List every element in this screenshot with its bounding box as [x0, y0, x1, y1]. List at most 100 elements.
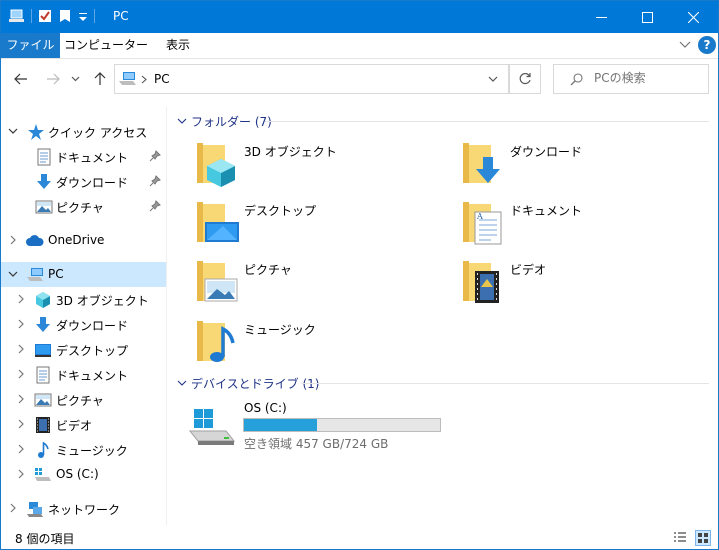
nav-quick-documents[interactable]: ドキュメント	[1, 144, 166, 169]
pc-app-icon[interactable]	[9, 8, 25, 24]
folder-music[interactable]: ミュージック	[193, 317, 453, 373]
pane-divider[interactable]	[166, 107, 167, 525]
folder-documents-icon: A	[463, 202, 502, 245]
close-button[interactable]	[670, 1, 716, 33]
tab-file[interactable]: ファイル	[1, 33, 60, 58]
drive-usage-fill	[244, 419, 317, 431]
drive-name: OS (C:)	[244, 401, 287, 415]
expand-ribbon-icon[interactable]	[679, 41, 691, 49]
forward-button[interactable]	[42, 67, 64, 91]
nav-onedrive[interactable]: OneDrive	[1, 228, 166, 253]
search-input[interactable]	[594, 71, 704, 85]
nav-pc-videos[interactable]: ビデオ	[1, 412, 166, 437]
recent-locations-button[interactable]	[68, 67, 82, 91]
chevron-down-icon	[71, 76, 79, 82]
explorer-window: PC ファイル コンピューター 表示 ? PC PCの検索 クイック アクセス …	[0, 0, 719, 550]
chevron-right-icon[interactable]	[16, 343, 26, 355]
star-icon	[28, 124, 44, 140]
nav-quick-downloads[interactable]: ダウンロード	[1, 169, 166, 194]
pin-icon[interactable]	[149, 200, 161, 212]
chevron-right-icon[interactable]	[16, 443, 26, 455]
ribbon-tabs: ファイル コンピューター 表示 ?	[1, 33, 718, 59]
chevron-down-icon[interactable]	[177, 117, 187, 125]
folder-desktop[interactable]: デスクトップ	[193, 198, 453, 254]
windows-drive-icon	[188, 409, 236, 445]
folder-label: ダウンロード	[510, 145, 583, 159]
drive-os-c[interactable]: OS (C:) 空き領域 457 GB/724 GB	[188, 399, 458, 455]
nav-label: デスクトップ	[56, 344, 129, 358]
chevron-right-icon[interactable]	[16, 418, 26, 430]
tab-view[interactable]: 表示	[156, 33, 200, 58]
nav-pc-3d-objects[interactable]: 3D オブジェクト	[1, 287, 166, 312]
chevron-right-icon[interactable]	[16, 318, 26, 330]
pin-icon[interactable]	[149, 175, 161, 187]
nav-quick-pictures[interactable]: ピクチャ	[1, 194, 166, 219]
chevron-right-icon[interactable]	[16, 293, 26, 305]
nav-pc-pictures[interactable]: ピクチャ	[1, 387, 166, 412]
details-view-icon[interactable]	[673, 531, 687, 545]
nav-pc-documents[interactable]: ドキュメント	[1, 362, 166, 387]
nav-pc-music[interactable]: ミュージック	[1, 437, 166, 462]
minimize-button[interactable]	[578, 1, 624, 33]
refresh-button[interactable]	[509, 64, 541, 94]
tab-computer[interactable]: コンピューター	[63, 33, 149, 58]
film-icon	[36, 417, 50, 433]
folder-label: ミュージック	[244, 323, 316, 337]
forward-arrow-icon	[47, 73, 60, 85]
cube-icon	[36, 292, 50, 308]
chevron-down-icon[interactable]	[177, 379, 187, 387]
nav-quick-access[interactable]: クイック アクセス	[1, 119, 166, 144]
new-folder-icon[interactable]	[58, 9, 72, 23]
picture-icon	[35, 200, 53, 214]
chevron-down-icon[interactable]	[8, 125, 18, 137]
nav-label: ドキュメント	[56, 151, 129, 165]
back-button[interactable]	[10, 67, 32, 91]
nav-network[interactable]: ネットワーク	[1, 496, 166, 521]
chevron-right-icon[interactable]	[8, 502, 18, 514]
nav-pc-downloads[interactable]: ダウンロード	[1, 312, 166, 337]
nav-pc[interactable]: PC	[1, 262, 166, 287]
quick-access-toolbar	[9, 8, 95, 24]
document-icon	[36, 366, 50, 384]
folder-label: ドキュメント	[510, 204, 583, 218]
folder-downloads[interactable]: ダウンロード	[459, 139, 718, 195]
title-bar: PC	[1, 1, 718, 33]
maximize-button[interactable]	[624, 1, 670, 33]
address-bar[interactable]: PC	[114, 64, 509, 94]
close-icon	[687, 11, 699, 23]
nav-pc-desktop[interactable]: デスクトップ	[1, 337, 166, 362]
properties-icon[interactable]	[38, 9, 52, 23]
address-dropdown-icon[interactable]	[488, 76, 498, 82]
nav-label: ネットワーク	[48, 503, 121, 517]
chevron-right-icon[interactable]	[8, 234, 18, 246]
help-button[interactable]: ?	[698, 36, 716, 54]
up-button[interactable]	[89, 67, 111, 91]
chevron-right-icon[interactable]	[16, 368, 26, 380]
customize-toolbar-icon[interactable]	[78, 9, 88, 23]
folder-videos[interactable]: ビデオ	[459, 257, 718, 313]
refresh-icon	[519, 72, 531, 85]
toolbar-separator	[31, 9, 32, 23]
folder-documents[interactable]: A ドキュメント	[459, 198, 718, 254]
chevron-down-icon[interactable]	[8, 268, 18, 280]
desktop-icon	[35, 344, 51, 357]
chevron-right-icon[interactable]	[16, 468, 26, 480]
drive-usage-bar	[243, 418, 441, 432]
chevron-right-icon[interactable]	[16, 393, 26, 405]
nav-label: ダウンロード	[56, 319, 129, 333]
folder-3d-objects[interactable]: 3D オブジェクト	[193, 139, 453, 195]
nav-label: ピクチャ	[56, 394, 104, 408]
status-bar: 8 個の項目	[1, 527, 718, 549]
music-note-icon	[38, 441, 49, 458]
breadcrumb-pc[interactable]: PC	[154, 72, 170, 86]
pin-icon[interactable]	[149, 150, 161, 162]
folder-label: ビデオ	[510, 263, 547, 277]
nav-pc-os-drive[interactable]: OS (C:)	[1, 462, 166, 487]
folders-group-header[interactable]: フォルダー (7)	[191, 113, 272, 130]
large-icons-view-icon[interactable]	[695, 530, 711, 546]
nav-label: ダウンロード	[56, 176, 129, 190]
nav-label: OS (C:)	[56, 467, 99, 481]
folder-pictures[interactable]: ピクチャ	[193, 257, 453, 313]
maximize-icon	[641, 11, 653, 23]
search-box[interactable]	[553, 64, 709, 94]
